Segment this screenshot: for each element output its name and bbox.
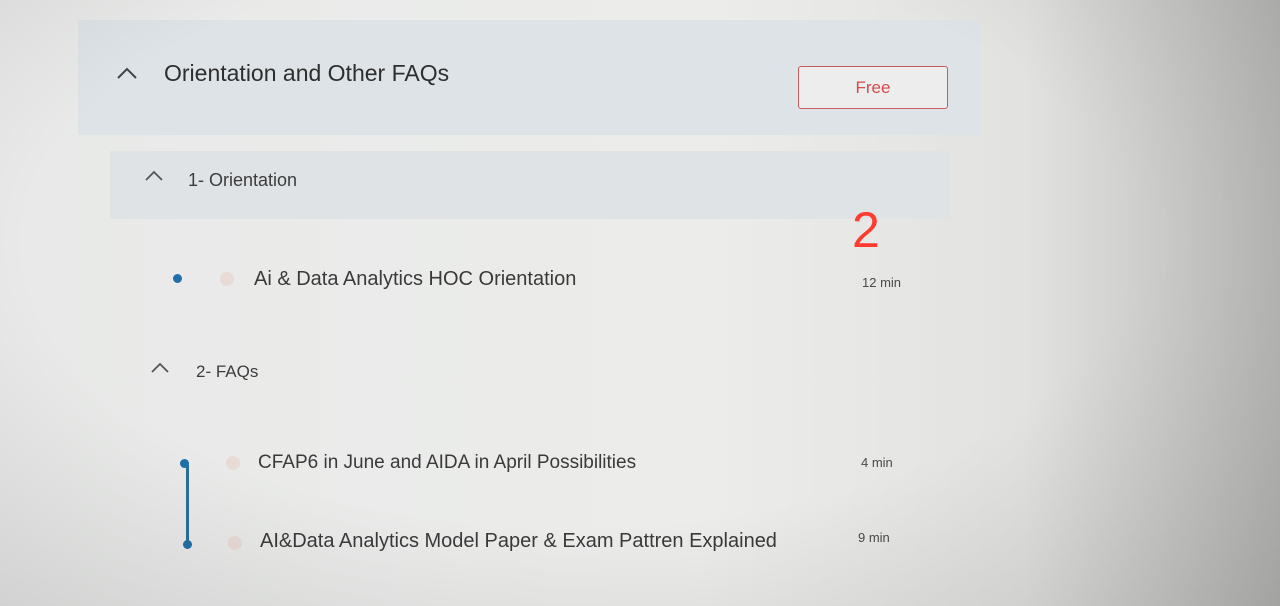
- chevron-up-icon[interactable]: [116, 66, 137, 80]
- subsection-title-faqs[interactable]: 2- FAQs: [196, 362, 258, 382]
- lesson-duration: 9 min: [858, 530, 890, 545]
- subsection-title-orientation: 1- Orientation: [188, 170, 298, 190]
- dot-icon: [180, 459, 189, 468]
- play-icon: [220, 272, 234, 286]
- play-icon: [226, 456, 240, 470]
- lesson-title[interactable]: CFAP6 in June and AIDA in April Possibil…: [258, 452, 636, 474]
- dot-icon: [173, 274, 182, 283]
- lesson-title[interactable]: Ai & Data Analytics HOC Orientation: [254, 268, 576, 291]
- chevron-up-icon[interactable]: [150, 362, 169, 376]
- chevron-up-icon[interactable]: [144, 170, 163, 184]
- annotation-number: 2: [852, 202, 880, 258]
- play-icon: [228, 536, 242, 550]
- lesson-duration: 4 min: [861, 455, 893, 470]
- lesson-duration: 12 min: [862, 275, 902, 290]
- free-badge-button[interactable]: Free: [798, 66, 948, 109]
- progress-connector-line: [186, 465, 189, 545]
- dot-icon: [183, 540, 192, 549]
- lesson-title[interactable]: AI&Data Analytics Model Paper & Exam Pat…: [260, 530, 777, 553]
- section-title: Orientation and Other FAQs: [164, 60, 450, 86]
